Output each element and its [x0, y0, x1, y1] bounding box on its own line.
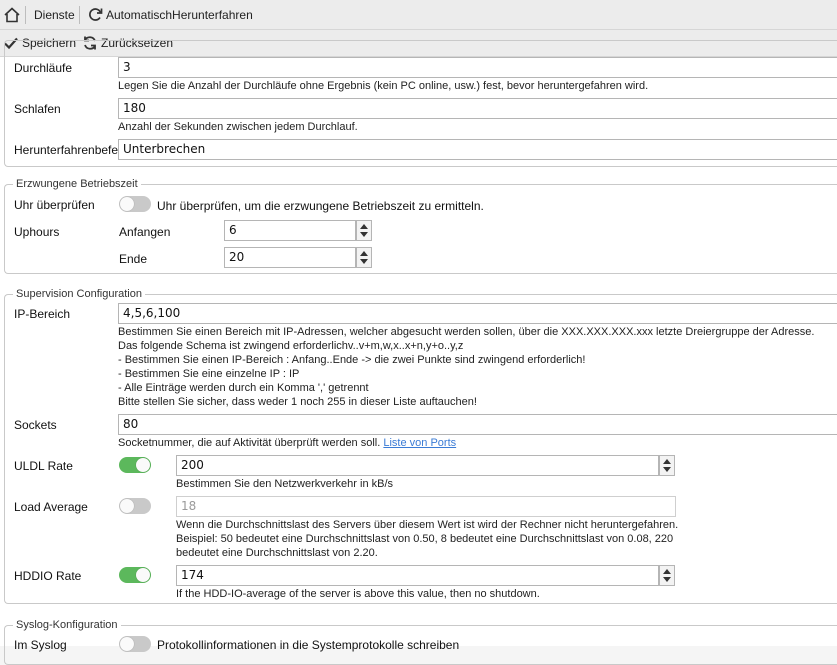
start-spinner[interactable] — [356, 220, 372, 241]
ip-input[interactable]: 4,5,6,100 — [118, 303, 837, 324]
toggle-knob — [120, 499, 134, 513]
syslog-description: Protokollinformationen in die Systemprot… — [157, 638, 460, 652]
load-input[interactable]: 18 — [176, 496, 676, 517]
spin-down-icon[interactable] — [663, 577, 671, 582]
breadcrumb-bar: Dienste AutomatischHerunterfahren — [0, 0, 837, 30]
end-input[interactable]: 20 — [224, 247, 356, 268]
syslog-label: Im Syslog — [14, 638, 67, 652]
load-help-1: Wenn die Durchschnittslast des Servers ü… — [176, 519, 679, 531]
toggle-knob — [136, 568, 150, 582]
durchlaeufe-label: Durchläufe — [14, 61, 73, 75]
ports-list-link[interactable]: Liste von Ports — [383, 437, 456, 449]
breadcrumb-separator — [25, 6, 26, 24]
ip-help-5: - Alle Einträge werden durch ein Komma '… — [118, 382, 369, 394]
end-label: Ende — [119, 252, 148, 266]
load-help-3: bedeutet eine Durchschnittslast von 2.20… — [176, 547, 378, 559]
uphours-label: Uphours — [14, 225, 60, 239]
uhr-label: Uhr überprüfen — [14, 198, 95, 212]
toggle-knob — [136, 458, 150, 472]
home-icon[interactable] — [3, 6, 21, 24]
sockets-help: Socketnummer, die auf Aktivität überprüf… — [118, 436, 456, 450]
refresh-icon — [87, 6, 104, 23]
uldl-label: ULDL Rate — [14, 459, 73, 473]
hddio-spinner[interactable] — [659, 565, 675, 586]
sockets-label: Sockets — [14, 418, 57, 432]
schlafen-input[interactable]: 180 — [118, 98, 837, 119]
schlafen-help: Anzahl der Sekunden zwischen jedem Durch… — [118, 121, 358, 133]
start-input[interactable]: 6 — [224, 220, 356, 241]
spin-up-icon[interactable] — [360, 224, 368, 229]
ip-label: IP-Bereich — [14, 307, 71, 321]
syslog-toggle[interactable] — [119, 636, 151, 652]
schlafen-label: Schlafen — [14, 102, 61, 116]
hddio-help: If the HDD-IO-average of the server is a… — [176, 588, 540, 600]
spin-up-icon[interactable] — [663, 569, 671, 574]
befehl-label: Herunterfahrenbefe — [14, 143, 118, 157]
sockets-help-text: Socketnummer, die auf Aktivität überprüf… — [118, 437, 381, 449]
syslog-legend: Syslog-Konfiguration — [13, 619, 121, 631]
toggle-knob — [120, 197, 134, 211]
uldl-spinner[interactable] — [659, 455, 675, 476]
uhr-description: Uhr überprüfen, um die erzwungene Betrie… — [157, 199, 484, 213]
supervision-legend: Supervision Configuration — [13, 288, 145, 300]
uldl-toggle[interactable] — [119, 457, 151, 473]
spin-up-icon[interactable] — [360, 251, 368, 256]
ip-help-3: - Bestimmen Sie einen IP-Bereich : Anfan… — [118, 354, 586, 366]
uhr-toggle[interactable] — [119, 196, 151, 212]
end-spinner[interactable] — [356, 247, 372, 268]
spin-down-icon[interactable] — [360, 259, 368, 264]
load-help-2: Beispiel: 50 bedeutet eine Durchschnitts… — [176, 533, 674, 545]
forced-uptime-legend: Erzwungene Betriebszeit — [13, 178, 141, 190]
uldl-help: Bestimmen Sie den Netzwerkverkehr in kB/… — [176, 478, 394, 490]
breadcrumb-current: AutomatischHerunterfahren — [106, 8, 253, 22]
durchlaeufe-help: Legen Sie die Anzahl der Durchläufe ohne… — [118, 80, 649, 92]
spin-up-icon[interactable] — [663, 459, 671, 464]
ip-help-6: Bitte stellen Sie sicher, dass weder 1 n… — [118, 396, 477, 408]
hddio-input[interactable]: 174 — [176, 565, 659, 586]
sockets-input[interactable]: 80 — [118, 414, 837, 435]
uldl-input[interactable]: 200 — [176, 455, 659, 476]
start-label: Anfangen — [119, 225, 171, 239]
breadcrumb-dienste[interactable]: Dienste — [34, 8, 75, 22]
spin-down-icon[interactable] — [663, 467, 671, 472]
spin-down-icon[interactable] — [360, 232, 368, 237]
toggle-knob — [120, 637, 134, 651]
breadcrumb-separator — [79, 6, 80, 24]
durchlaeufe-input[interactable]: 3 — [118, 57, 837, 78]
hddio-toggle[interactable] — [119, 567, 151, 583]
ip-help-1: Bestimmen Sie einen Bereich mit IP-Adres… — [118, 326, 815, 338]
load-toggle[interactable] — [119, 498, 151, 514]
ip-help-4: - Bestimmen Sie eine einzelne IP : IP — [118, 368, 300, 380]
load-label: Load Average — [14, 500, 88, 514]
hddio-label: HDDIO Rate — [14, 569, 82, 583]
befehl-select[interactable]: Unterbrechen — [118, 139, 837, 160]
ip-help-2: Das folgende Schema ist zwingend erforde… — [118, 340, 464, 352]
